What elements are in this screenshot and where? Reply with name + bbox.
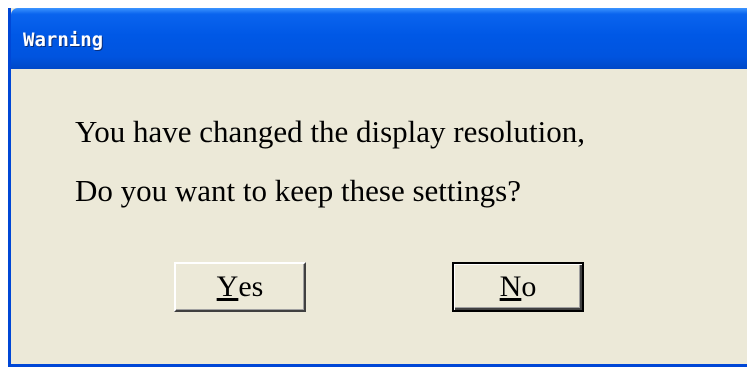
- no-button[interactable]: No: [452, 262, 584, 312]
- dialog-message: You have changed the display resolution,…: [75, 102, 585, 220]
- window-title: Warning: [23, 29, 104, 51]
- no-label-rest: o: [521, 270, 537, 303]
- message-line-1: You have changed the display resolution,: [75, 114, 585, 149]
- yes-label-rest: es: [238, 270, 264, 303]
- no-mnemonic: N: [499, 270, 522, 303]
- warning-dialog: Warning You have changed the display res…: [8, 8, 747, 367]
- title-bar[interactable]: Warning: [11, 8, 747, 69]
- yes-button[interactable]: Yes: [174, 262, 306, 312]
- message-line-2: Do you want to keep these settings?: [75, 173, 521, 208]
- yes-mnemonic: Y: [216, 270, 239, 303]
